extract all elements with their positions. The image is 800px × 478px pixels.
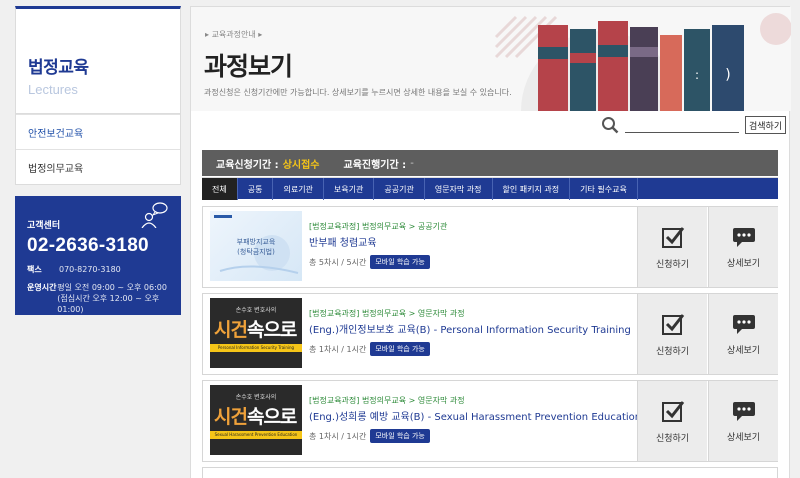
apply-period-label: 교육신청기간 : <box>216 159 279 171</box>
sidebar-item-mandatory-education[interactable]: 법정의무교육 <box>16 149 180 184</box>
hours-line-1: 평일 오전 09:00 ~ 오후 06:00 <box>57 283 167 292</box>
sidebar-title: 법정교육 <box>28 58 89 78</box>
thumbnail-small-text: 손수호 변호사의 <box>235 394 277 401</box>
search-button[interactable]: 검색하기 <box>745 116 787 134</box>
course-thumbnail[interactable]: 손수호 변호사의 시건속으로 Sexual Harassment Prevent… <box>210 385 302 455</box>
hours-line-2: (점심시간 오후 12:00 ~ 오후 01:00) <box>57 294 160 314</box>
books-illustration: : ) <box>494 13 791 111</box>
customer-service-icon <box>141 202 168 228</box>
page-title: 과정보기 <box>204 52 293 81</box>
course-meta: 총 1차시 / 1시간 모바일 학습 가능 <box>309 342 430 356</box>
speech-bubble-icon <box>732 227 755 247</box>
checkbox-icon <box>661 400 684 422</box>
course-title[interactable]: (Eng.)성희롱 예방 교육(B) - Sexual Harassment P… <box>309 408 641 423</box>
svg-text::: : <box>695 68 699 82</box>
mobile-badge: 모바일 학습 가능 <box>370 429 430 443</box>
detail-label: 상세보기 <box>726 432 761 443</box>
breadcrumb: ▸ 교육과정안내 ▸ <box>205 30 263 39</box>
tab-discount-package[interactable]: 할인 패키지 과정 <box>493 178 571 200</box>
search-bar: 검색하기 <box>601 116 787 134</box>
customer-center-box: 고객센터 02-2636-3180 팩스 070-8270-3180 운영시간 … <box>15 196 181 315</box>
thumbnail-subtitle: (청탁금지법) <box>237 248 275 256</box>
apply-label: 신청하기 <box>655 259 690 270</box>
breadcrumb-item[interactable]: 교육과정안내 <box>212 30 256 39</box>
course-card: 부패방지교육 (청탁금지법) [법정교육과정] 법정의무교육 > 공공기관 반부… <box>202 206 778 288</box>
course-card: 손수호 변호사의 시건속으로 Personal Information Secu… <box>202 293 778 375</box>
course-duration: 총 1차시 / 1시간 <box>309 431 367 441</box>
course-duration: 총 5차시 / 5시간 <box>309 257 367 267</box>
thumbnail-small-text: 손수호 변호사의 <box>235 307 277 314</box>
run-period-label: 교육진행기간 : <box>343 159 407 171</box>
tab-medical[interactable]: 의료기관 <box>273 178 324 200</box>
course-meta: 총 1차시 / 1시간 모바일 학습 가능 <box>309 429 430 443</box>
course-category: [법정교육과정] 법정의무교육 > 영문자막 과정 <box>309 396 465 405</box>
hours-row: 운영시간 평일 오전 09:00 ~ 오후 06:00 (점심시간 오후 12:… <box>27 282 181 315</box>
hours-value: 평일 오전 09:00 ~ 오후 06:00 (점심시간 오후 12:00 ~ … <box>57 282 181 315</box>
speech-bubble-icon <box>732 401 755 421</box>
apply-button[interactable]: 신청하기 <box>637 381 707 461</box>
page-banner: : ) ▸ 교육과정안내 ▸ 과정보기 과정신청은 신청기간에만 가능합니다. … <box>191 7 791 111</box>
customer-center-phone: 02-2636-3180 <box>27 235 149 256</box>
apply-label: 신청하기 <box>655 433 690 444</box>
tab-childcare[interactable]: 보육기관 <box>324 178 375 200</box>
course-thumbnail[interactable]: 부패방지교육 (청탁금지법) <box>210 211 302 281</box>
sidebar-header: 법정교육 Lectures <box>15 6 181 114</box>
course-duration: 총 1차시 / 1시간 <box>309 344 367 354</box>
detail-button[interactable]: 상세보기 <box>708 207 778 287</box>
detail-button[interactable]: 상세보기 <box>708 294 778 374</box>
svg-text:): ) <box>725 67 730 83</box>
checkbox-icon <box>661 226 684 248</box>
tab-other-required[interactable]: 기타 필수교육 <box>570 178 638 200</box>
detail-label: 상세보기 <box>726 345 761 356</box>
tab-public[interactable]: 공공기관 <box>374 178 425 200</box>
thumbnail-big-text-1: 시건 <box>214 406 248 428</box>
detail-label: 상세보기 <box>726 258 761 269</box>
fax-label: 팩스 <box>27 265 42 274</box>
sidebar-subtitle: Lectures <box>28 82 78 97</box>
thumbnail-big-text-1: 시건 <box>214 319 248 341</box>
thumbnail-big-text-2: 속으로 <box>246 406 297 428</box>
course-category: [법정교육과정] 법정의무교육 > 공공기관 <box>309 222 448 231</box>
apply-label: 신청하기 <box>655 346 690 357</box>
tab-english-subtitle[interactable]: 영문자막 과정 <box>425 178 493 200</box>
hours-label: 운영시간 <box>27 283 57 292</box>
detail-button[interactable]: 상세보기 <box>708 381 778 461</box>
sidebar-item-safety-education[interactable]: 안전보건교육 <box>16 114 180 149</box>
apply-button[interactable]: 신청하기 <box>637 294 707 374</box>
education-period-bar: 교육신청기간 : 상시접수 교육진행기간 : - <box>202 150 778 176</box>
mobile-badge: 모바일 학습 가능 <box>370 342 430 356</box>
thumbnail-strip: Personal Information Security Training <box>210 344 302 352</box>
course-thumbnail[interactable]: 손수호 변호사의 시건속으로 Personal Information Secu… <box>210 298 302 368</box>
search-icon <box>602 117 619 134</box>
course-card <box>202 467 778 478</box>
course-title[interactable]: (Eng.)개인정보보호 교육(B) - Personal Informatio… <box>309 321 631 336</box>
mobile-badge: 모바일 학습 가능 <box>370 255 430 269</box>
course-category: [법정교육과정] 법정의무교육 > 영문자막 과정 <box>309 309 465 318</box>
thumbnail-title: 부패방지교육 <box>236 238 276 246</box>
tab-common[interactable]: 공통 <box>238 178 274 200</box>
course-title[interactable]: 반부패 청렴교육 <box>309 234 377 249</box>
thumbnail-strip: Sexual Harassment Prevention Education <box>210 431 302 439</box>
tab-all[interactable]: 전체 <box>202 178 238 200</box>
sidebar: 법정교육 Lectures 안전보건교육 법정의무교육 고객센터 02-2636… <box>15 6 181 315</box>
course-card: 손수호 변호사의 시건속으로 Sexual Harassment Prevent… <box>202 380 778 462</box>
speech-bubble-icon <box>732 314 755 334</box>
course-meta: 총 5차시 / 5시간 모바일 학습 가능 <box>309 255 430 269</box>
page-description: 과정신청은 신청기간에만 가능합니다. 상세보기를 누르시면 상세한 내용을 보… <box>204 88 512 97</box>
checkbox-icon <box>661 313 684 335</box>
thumbnail-big-text-2: 속으로 <box>246 319 297 341</box>
sidebar-menu: 안전보건교육 법정의무교육 <box>15 114 181 185</box>
main-content: : ) ▸ 교육과정안내 ▸ 과정보기 과정신청은 신청기간에만 가능합니다. … <box>190 6 791 478</box>
apply-period-value: 상시접수 <box>282 159 320 171</box>
fax-number: 070-8270-3180 <box>59 265 121 274</box>
apply-button[interactable]: 신청하기 <box>637 207 707 287</box>
category-tabs: 전체 공통 의료기관 보육기관 공공기관 영문자막 과정 할인 패키지 과정 기… <box>202 177 778 200</box>
fax-row: 팩스 070-8270-3180 <box>27 264 181 275</box>
run-period-value: - <box>410 157 414 169</box>
search-input[interactable] <box>625 117 739 133</box>
